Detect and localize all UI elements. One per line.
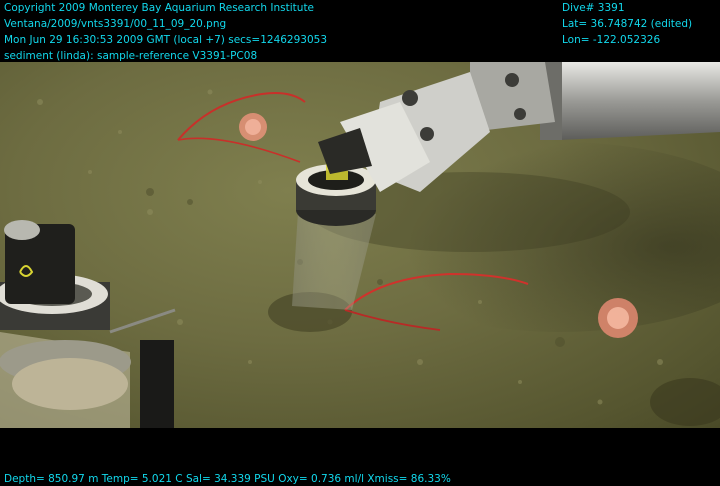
timestamp-line: Mon Jun 29 16:30:53 2009 GMT (local +7) …	[4, 34, 328, 46]
dive-number: Dive# 3391	[562, 2, 625, 14]
annotation-line: sediment (linda): sample-reference V3391…	[4, 50, 258, 62]
filename-line: Ventana/2009/vnts3391/00_11_09_20.png	[4, 18, 227, 30]
sensor-readout: Depth= 850.97 m Temp= 5.021 C Sal= 34.33…	[4, 473, 451, 485]
latitude: Lat= 36.748742 (edited)	[562, 18, 693, 30]
metadata-overlay: Copyright 2009 Monterey Bay Aquarium Res…	[4, 0, 327, 64]
longitude: Lon= -122.052326	[562, 34, 661, 46]
seafloor-scene	[0, 62, 720, 428]
seafloor-illustration	[0, 62, 720, 428]
video-frame: Copyright 2009 Monterey Bay Aquarium Res…	[0, 0, 720, 486]
copyright-line: Copyright 2009 Monterey Bay Aquarium Res…	[4, 2, 315, 14]
position-overlay: Dive# 3391 Lat= 36.748742 (edited) Lon= …	[562, 0, 692, 48]
core-sampler-left	[0, 220, 176, 428]
